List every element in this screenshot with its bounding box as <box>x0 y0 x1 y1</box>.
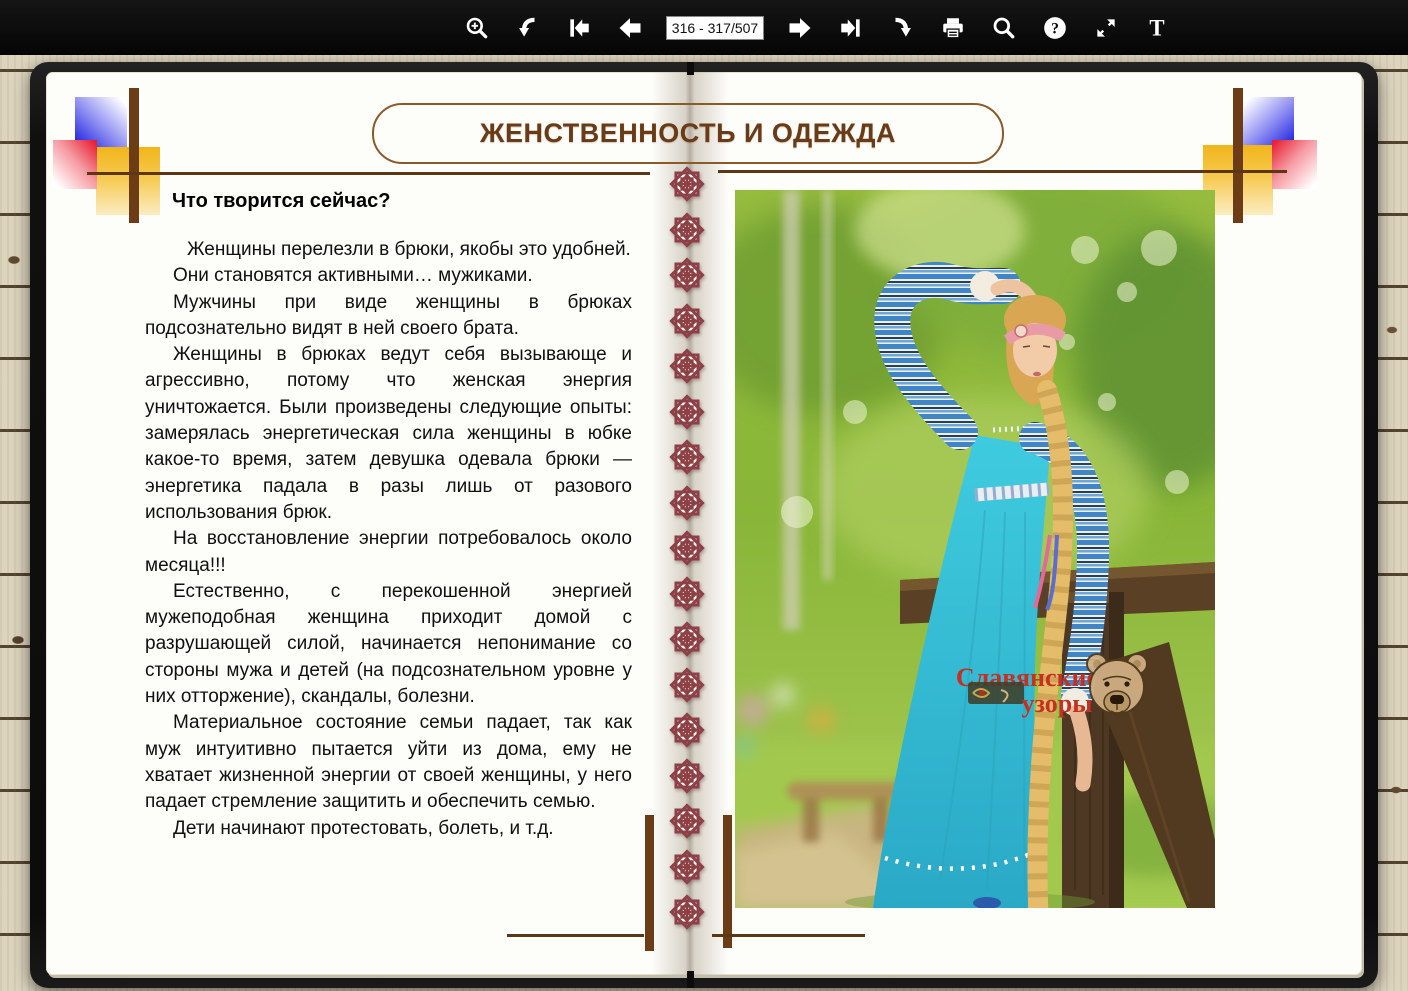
paragraph: Женщины в брюках ведут себя вызывающе и … <box>145 342 632 526</box>
footer-rule-left <box>507 934 644 937</box>
slavic-star-ornament-icon <box>666 436 708 478</box>
header-rule-right <box>718 170 1287 173</box>
slavic-star-ornament-icon <box>666 527 708 569</box>
redo-icon[interactable] <box>887 13 917 43</box>
print-icon[interactable] <box>938 13 968 43</box>
slavic-star-ornament-icon <box>666 209 708 251</box>
slavic-star-ornament-icon <box>666 482 708 524</box>
photo-illustration: Славянские узоры <box>735 190 1215 908</box>
paragraph: Женщины перелезли в брюки, якобы это удо… <box>145 237 632 263</box>
bear-logo-icon <box>1087 654 1147 714</box>
zoom-in-icon[interactable] <box>462 13 492 43</box>
decoration-square-red <box>1272 140 1317 189</box>
svg-text:узоры: узоры <box>1021 689 1092 718</box>
book-reader-app: ? T ЖЕНСТВЕННОСТЬ И ОДЕЖДА Что творится <box>0 0 1408 991</box>
slavic-star-ornament-icon <box>666 300 708 342</box>
slavic-star-ornament-icon <box>666 891 708 933</box>
slavic-star-ornament-icon <box>666 618 708 660</box>
body-text: Женщины перелезли в брюки, якобы это удо… <box>145 237 632 842</box>
undo-icon[interactable] <box>513 13 543 43</box>
toolbar: ? T <box>0 0 1408 55</box>
slavic-star-ornament-icon <box>666 391 708 433</box>
slavic-star-ornament-icon <box>666 664 708 706</box>
ornament-column <box>666 163 708 933</box>
first-page-icon[interactable] <box>564 13 594 43</box>
paragraph: Дети начинают протестовать, болеть, и т.… <box>145 816 632 842</box>
section-heading: Что творится сейчас? <box>172 190 390 213</box>
slavic-star-ornament-icon <box>666 573 708 615</box>
slavic-star-ornament-icon <box>666 800 708 842</box>
footer-rule-right <box>712 934 865 937</box>
slavic-star-ornament-icon <box>666 846 708 888</box>
paragraph: Материальное состояние семьи падает, так… <box>145 710 632 815</box>
paragraph: На восстановление энергии потребовалось … <box>145 526 632 579</box>
decoration-square-gold <box>96 147 160 215</box>
slavic-star-ornament-icon <box>666 755 708 797</box>
paragraph: Мужчины при виде женщины в брюках подсоз… <box>145 290 632 343</box>
decoration-bar <box>129 88 139 223</box>
fullscreen-icon[interactable] <box>1091 13 1121 43</box>
help-icon[interactable]: ? <box>1040 13 1070 43</box>
slavic-star-ornament-icon <box>666 709 708 751</box>
prev-page-icon[interactable] <box>615 13 645 43</box>
next-page-icon[interactable] <box>785 13 815 43</box>
svg-text:?: ? <box>1051 20 1059 37</box>
svg-text:T: T <box>1149 15 1164 40</box>
decoration-bar <box>1233 88 1243 223</box>
last-page-icon[interactable] <box>836 13 866 43</box>
header-rule-left <box>87 172 650 175</box>
text-mode-icon[interactable]: T <box>1142 13 1172 43</box>
chapter-title: ЖЕНСТВЕННОСТЬ И ОДЕЖДА <box>480 118 896 149</box>
paragraph: Они становятся активными… мужиками. <box>145 263 632 289</box>
search-icon[interactable] <box>989 13 1019 43</box>
decoration-square-red <box>53 140 97 189</box>
footer-bar-left <box>645 815 654 951</box>
paragraph: Естественно, с перекошенной энергией муж… <box>145 579 632 710</box>
slavic-star-ornament-icon <box>666 163 708 205</box>
slavic-star-ornament-icon <box>666 254 708 296</box>
chapter-title-box: ЖЕНСТВЕННОСТЬ И ОДЕЖДА <box>372 103 1004 164</box>
slavic-star-ornament-icon <box>666 345 708 387</box>
footer-bar-right <box>723 815 732 948</box>
page-input[interactable] <box>666 16 764 40</box>
